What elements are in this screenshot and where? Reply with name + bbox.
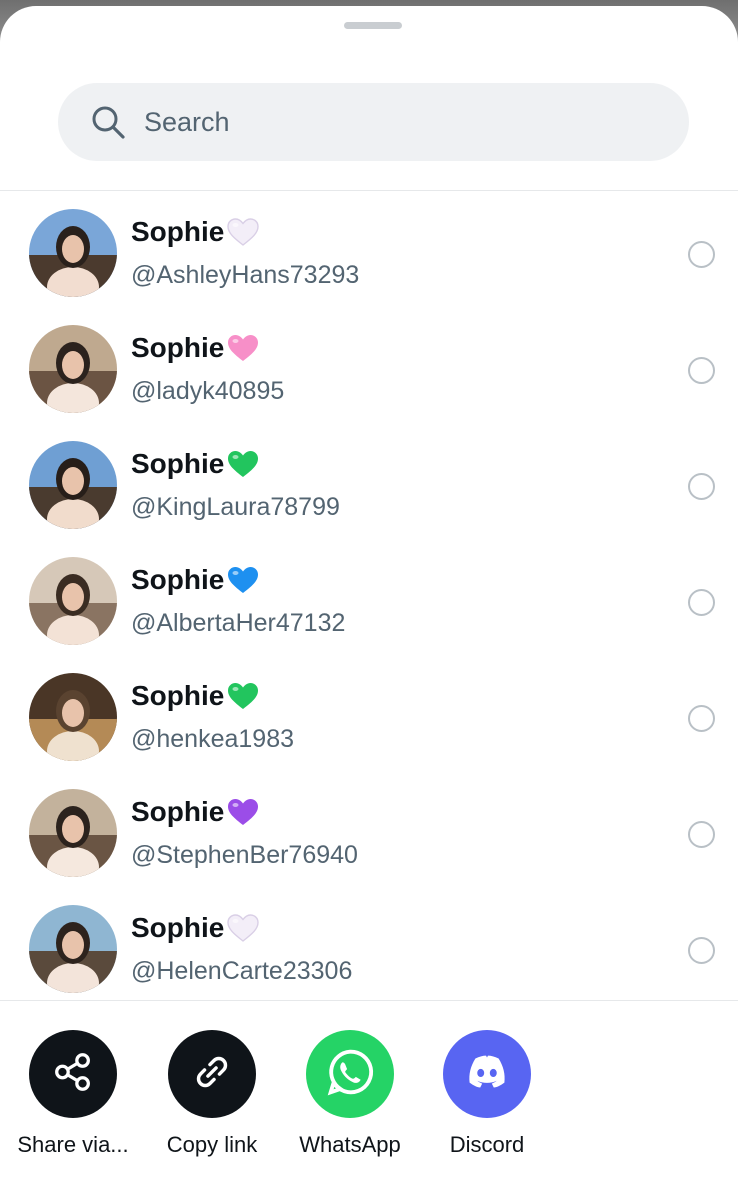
- copy-link-label: Copy link: [166, 1132, 258, 1157]
- heart-icon: [226, 797, 260, 827]
- select-radio[interactable]: [688, 937, 715, 964]
- select-radio[interactable]: [688, 357, 715, 384]
- link-icon-circle[interactable]: [168, 1030, 256, 1118]
- name-line: Sophie: [131, 912, 260, 944]
- heart-icon: [226, 913, 260, 943]
- name-line: Sophie: [131, 448, 260, 480]
- whatsapp-icon-circle[interactable]: [306, 1030, 394, 1118]
- share-via-button[interactable]: Share via...: [8, 1030, 138, 1158]
- contact-row[interactable]: Sophie @AshleyHans73293: [0, 196, 738, 312]
- contact-row[interactable]: Sophie @StephenBer76940: [0, 776, 738, 892]
- share-sheet: Sophie @AshleyHans73293 Sophie @ladyk408…: [0, 6, 738, 1200]
- avatar: [29, 789, 117, 877]
- discord-icon: [458, 1043, 516, 1106]
- discord-icon-circle[interactable]: [443, 1030, 531, 1118]
- contact-name: Sophie: [131, 332, 225, 363]
- name-line: Sophie: [131, 216, 260, 248]
- name-line: Sophie: [131, 796, 260, 828]
- share-bar: Share via... Copy link WhatsApp Discord: [0, 1006, 738, 1200]
- contact-name: Sophie: [131, 680, 225, 711]
- contact-name: Sophie: [131, 448, 225, 479]
- share-icon: [50, 1049, 96, 1100]
- contact-handle: @AshleyHans73293: [131, 261, 360, 289]
- avatar: [29, 209, 117, 297]
- contact-name: Sophie: [131, 216, 225, 247]
- whatsapp-label: WhatsApp: [299, 1132, 401, 1157]
- heart-icon: [226, 681, 260, 711]
- heart-icon: [226, 217, 260, 247]
- avatar: [29, 557, 117, 645]
- contact-handle: @StephenBer76940: [131, 841, 358, 869]
- contact-handle: @KingLaura78799: [131, 493, 340, 521]
- select-radio[interactable]: [688, 705, 715, 732]
- heart-icon: [226, 333, 260, 363]
- share-icon-circle[interactable]: [29, 1030, 117, 1118]
- whatsapp-icon: [321, 1043, 379, 1106]
- avatar: [29, 325, 117, 413]
- avatar: [29, 905, 117, 993]
- heart-icon: [226, 565, 260, 595]
- contact-name: Sophie: [131, 564, 225, 595]
- contact-row[interactable]: Sophie @ladyk40895: [0, 312, 738, 428]
- contact-name: Sophie: [131, 912, 225, 943]
- select-radio[interactable]: [688, 241, 715, 268]
- sheet-grabber[interactable]: [344, 22, 402, 29]
- discord-label: Discord: [449, 1132, 525, 1157]
- copy-link-button[interactable]: Copy link: [147, 1030, 277, 1158]
- search-icon: [90, 104, 126, 140]
- avatar: [29, 673, 117, 761]
- name-line: Sophie: [131, 680, 260, 712]
- contact-row[interactable]: Sophie @KingLaura78799: [0, 428, 738, 544]
- heart-icon: [226, 449, 260, 479]
- contact-name: Sophie: [131, 796, 225, 827]
- whatsapp-button[interactable]: WhatsApp: [285, 1030, 415, 1158]
- contact-handle: @ladyk40895: [131, 377, 285, 405]
- contact-list: Sophie @AshleyHans73293 Sophie @ladyk408…: [0, 196, 738, 1008]
- name-line: Sophie: [131, 332, 260, 364]
- select-radio[interactable]: [688, 473, 715, 500]
- contact-row[interactable]: Sophie @HelenCarte23306: [0, 892, 738, 1008]
- share-via-label: Share via...: [17, 1132, 129, 1157]
- search-input[interactable]: [144, 106, 624, 138]
- discord-button[interactable]: Discord: [422, 1030, 552, 1158]
- contact-handle: @HelenCarte23306: [131, 957, 353, 985]
- contact-handle: @henkea1983: [131, 725, 295, 753]
- select-radio[interactable]: [688, 589, 715, 616]
- divider-bottom: [0, 1000, 738, 1001]
- link-icon: [189, 1049, 235, 1100]
- name-line: Sophie: [131, 564, 260, 596]
- select-radio[interactable]: [688, 821, 715, 848]
- search-bar[interactable]: [58, 83, 689, 161]
- contact-handle: @AlbertaHer47132: [131, 609, 346, 637]
- contact-row[interactable]: Sophie @AlbertaHer47132: [0, 544, 738, 660]
- avatar: [29, 441, 117, 529]
- contact-row[interactable]: Sophie @henkea1983: [0, 660, 738, 776]
- divider-top: [0, 190, 738, 191]
